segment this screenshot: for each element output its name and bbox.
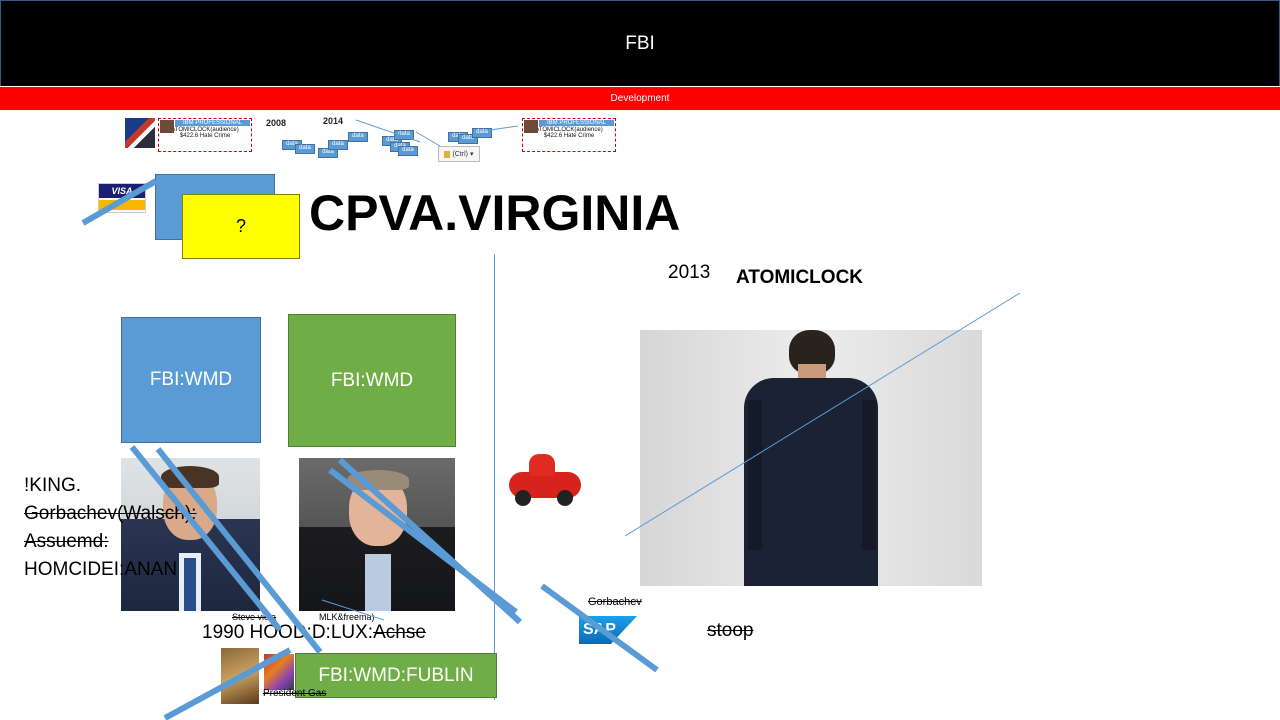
subtitle-text: Development	[610, 93, 670, 104]
question-text: ?	[235, 216, 246, 236]
fbi-wmd-label: FBI:WMD	[149, 369, 233, 390]
title-text: FBI	[625, 32, 655, 54]
caption-mlk: MLK&freema)	[319, 612, 375, 622]
timeline-strip: IBM PROFESSIONAL ATOMICLOCK(audience) $4…	[120, 112, 620, 162]
slide-heading: CPVA.VIRGINIA	[309, 185, 681, 241]
fbi-wmd-box-blue: FBI:WMD	[121, 317, 261, 443]
hood-label-prefix: 1990 HOOD:D:LUX:	[202, 622, 374, 643]
president-caption: President Gas	[263, 688, 327, 699]
fbi-wmd-label: FBI:WMD	[330, 369, 414, 391]
stoop-label: stoop	[707, 620, 754, 641]
question-box: ?	[182, 194, 300, 259]
left-text-line: HOMCIDEI:ANAN	[24, 559, 178, 580]
divider-line	[494, 254, 495, 700]
portrait-right	[299, 458, 455, 611]
left-text-line: !KING.	[24, 475, 82, 496]
year-2013-label: 2013	[668, 262, 711, 283]
visa-logo: VISA	[98, 183, 146, 213]
hood-label-strike: Achse	[373, 622, 426, 643]
atomiclock-label: ATOMICLOCK	[736, 267, 864, 288]
sap-logo: SAP	[579, 616, 637, 644]
left-text-line: Gorbachev(Walsch):	[24, 503, 197, 524]
caption-steve: Steve viola	[232, 612, 277, 622]
subtitle-bar: Development	[0, 87, 1280, 110]
left-text-block: !KING. Gorbachev(Walsch): Assuemd: HOMCI…	[24, 472, 196, 584]
left-text-line: Assuemd:	[24, 531, 109, 552]
gorbachev-caption: Gorbachev	[588, 596, 642, 608]
timeline-arrows	[355, 119, 519, 147]
fbi-wmd-box-green: FBI:WMD	[288, 314, 456, 447]
toy-car-image	[505, 448, 583, 510]
visa-logo-text: VISA	[99, 184, 145, 198]
fbi-wmd-fublin-label: FBI:WMD:FUBLIN	[318, 664, 474, 686]
thumbnail-poster	[264, 654, 294, 690]
title-bar: FBI	[0, 0, 1280, 86]
thumbnail-portrait	[221, 648, 259, 704]
sap-logo-text: SAP	[583, 621, 616, 638]
suit-photo	[640, 330, 982, 586]
hood-label: 1990 HOOD:D:LUX:Achse	[202, 622, 426, 644]
